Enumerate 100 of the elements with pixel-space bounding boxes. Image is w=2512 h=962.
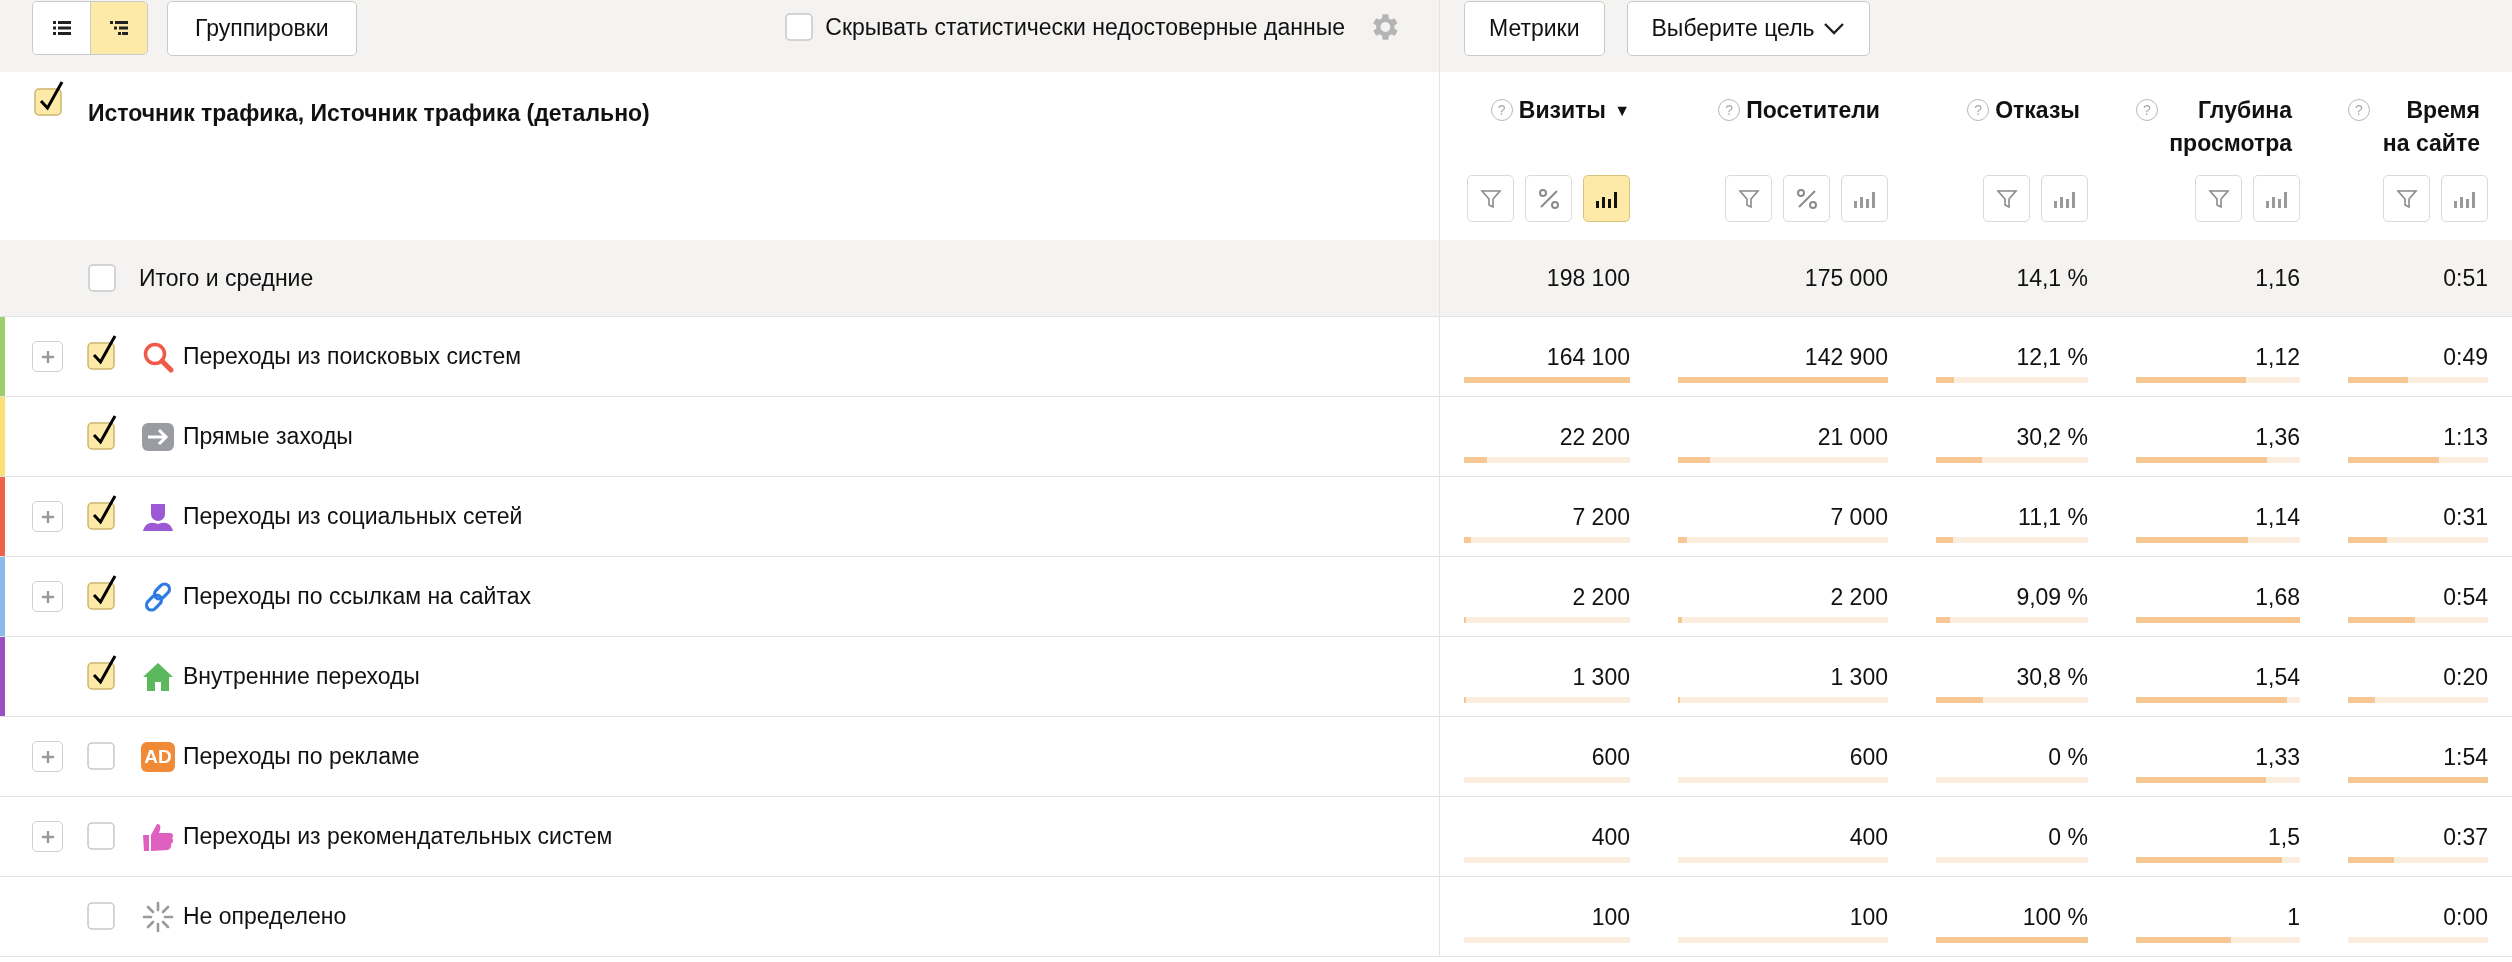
traffic-source-label[interactable]: Переходы по рекламе [183,743,420,770]
plus-icon [40,829,55,844]
metric-value: 1:13 [2442,424,2488,451]
traffic-source-label[interactable]: Переходы из социальных сетей [183,503,523,530]
metric-value: 1,33 [2254,744,2300,771]
traffic-source-label[interactable]: Переходы из рекомендательных систем [183,823,613,850]
list-icon [52,21,71,35]
metric-value: 7 000 [1829,504,1888,531]
filter-button[interactable] [1725,175,1772,222]
total-value: 0:51 [2442,264,2488,292]
filter-icon [1479,187,1502,210]
metric-value: 600 [1848,744,1888,771]
metric-value: 1,14 [2254,504,2300,531]
column-header[interactable]: Время на сайте [2376,94,2480,160]
traffic-source-label[interactable]: Прямые заходы [183,423,353,450]
magnifier-icon [142,340,174,373]
metric-value: 30,8 % [2015,664,2088,691]
expand-button[interactable] [32,341,63,372]
percent-icon [1795,187,1818,210]
chevron-down-icon [1822,21,1845,36]
metric-value: 0:37 [2442,824,2488,851]
metric-value: 1,5 [2267,824,2300,851]
column-header[interactable]: Отказы [1995,94,2080,127]
metric-value: 11,1 % [2017,504,2088,531]
metric-value: 1 [2286,904,2300,931]
tree-list-icon [110,21,128,35]
tree-view-button[interactable] [90,2,147,54]
plus-icon [40,349,55,364]
metric-value: 21 000 [1816,424,1888,451]
metric-value: 22 200 [1558,424,1630,451]
traffic-source-label[interactable]: Переходы по ссылкам на сайтах [183,583,531,610]
metric-value: 9,09 % [2015,584,2088,611]
chart-button[interactable] [1583,175,1630,222]
metric-value: 2 200 [1571,584,1630,611]
metric-value: 600 [1590,744,1630,771]
metric-value: 1,12 [2254,344,2300,371]
plus-icon [40,509,55,524]
plus-icon [40,749,55,764]
metric-value: 1,68 [2254,584,2300,611]
metric-value: 0:54 [2442,584,2488,611]
metric-value: 2 200 [1829,584,1888,611]
metric-value: 0:31 [2442,504,2488,531]
metric-value: 7 200 [1571,504,1630,531]
metric-value: 1:54 [2442,744,2488,771]
plus-icon [40,589,55,604]
metric-value: 1 300 [1829,664,1888,691]
metric-value: 400 [1590,824,1630,851]
expand-button[interactable] [32,821,63,852]
column-header[interactable]: Глубина просмотра [2164,94,2292,160]
metric-value: 1 300 [1571,664,1630,691]
totals-label: Итого и средние [139,264,314,292]
sort-indicator: ▼ [1614,101,1630,121]
filter-icon [2395,187,2418,210]
metric-value: 400 [1848,824,1888,851]
total-value: 175 000 [1803,264,1888,292]
house-icon [142,660,174,693]
filter-icon [1995,187,2018,210]
expand-button[interactable] [32,741,63,772]
metric-value: 0:20 [2442,664,2488,691]
spinner-icon [142,900,174,933]
expand-button[interactable] [32,501,63,532]
link-icon [142,580,174,613]
ad-badge-icon: AD [141,741,175,772]
dimension-header: Источник трафика, Источник трафика (детально) [88,100,650,127]
metric-value: 0:49 [2442,344,2488,371]
metrics-button[interactable]: Метрики [1464,1,1605,56]
total-value: 198 100 [1545,264,1630,292]
filter-icon [2207,187,2230,210]
column-header[interactable]: Визиты [1518,94,1606,127]
metric-value: 1,54 [2254,664,2300,691]
column-header[interactable]: Посетители [1746,94,1880,127]
metric-value: 0:00 [2442,904,2488,931]
traffic-source-label[interactable]: Не определено [183,903,347,930]
filter-button[interactable] [1467,175,1514,222]
goal-dropdown[interactable]: Выберите цель [1626,1,1870,56]
total-value: 1,16 [2254,264,2300,292]
metric-value: 142 900 [1803,344,1888,371]
metric-value: 30,2 % [2015,424,2088,451]
filter-button[interactable] [2195,175,2242,222]
expand-button[interactable] [32,581,63,612]
filter-button[interactable] [2383,175,2430,222]
percent-icon [1537,187,1560,210]
metric-value: 1,36 [2254,424,2300,451]
groupings-button[interactable]: Группировки [167,1,357,56]
filter-button[interactable] [1983,175,2030,222]
percent-button[interactable] [1525,175,1572,222]
metric-value: 164 100 [1545,344,1630,371]
traffic-source-label[interactable]: Переходы из поисковых систем [183,343,522,370]
metric-value: 12,1 % [2015,344,2088,371]
metric-value: 100 [1590,904,1630,931]
traffic-source-label[interactable]: Внутренние переходы [183,663,420,690]
metric-value: 100 [1848,904,1888,931]
filter-icon [1737,187,1760,210]
metric-value: 100 % [2021,904,2088,931]
metric-value: 0 % [2047,744,2088,771]
total-value: 14,1 % [2015,264,2088,292]
metric-value: 0 % [2047,824,2088,851]
list-view-button[interactable] [33,2,90,54]
hide-unreliable-label[interactable]: Скрывать статистически недостоверные данные [825,13,1345,41]
percent-button[interactable] [1783,175,1830,222]
